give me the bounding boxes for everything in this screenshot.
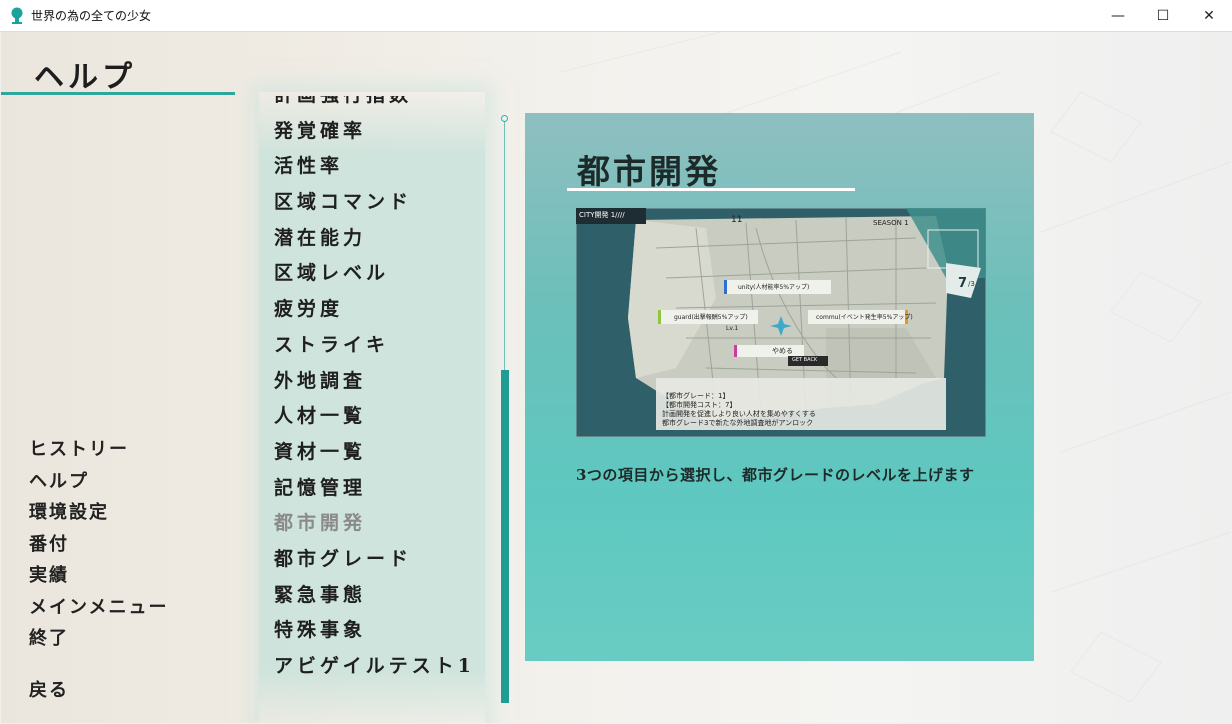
shot-quit-label: やめる — [772, 347, 793, 355]
topic-item[interactable]: 活性率 — [274, 149, 484, 185]
topic-item[interactable]: 都市グレード — [274, 542, 484, 578]
title-underline — [1, 92, 235, 95]
app-icon — [11, 7, 23, 24]
scrollbar-top-cap-icon — [501, 115, 508, 122]
main-menu: ヒストリー ヘルプ 環境設定 番付 実績 メインメニュー 終了 — [29, 434, 168, 655]
topic-item[interactable]: 区域レベル — [274, 256, 484, 292]
menu-item-history[interactable]: ヒストリー — [29, 434, 168, 466]
topic-list: 計画強行指数 発覚確率 活性率 区域コマンド 潜在能力 区域レベル 疲労度 スト… — [274, 96, 484, 706]
menu-item-settings[interactable]: 環境設定 — [29, 497, 168, 529]
game-screen: ヘルプ ヒストリー ヘルプ 環境設定 番付 実績 メインメニュー 終了 戻る 計… — [1, 32, 1231, 723]
shot-info-line: 【都市グレード：1】 — [662, 392, 730, 400]
shot-stat-value: 11 — [731, 215, 743, 225]
shot-season-label: SEASON 1 — [873, 219, 909, 227]
scrollbar-thumb[interactable] — [501, 370, 509, 703]
window-titlebar: 世界の為の全ての少女 — ☐ ✕ — [0, 0, 1232, 32]
shot-info-line: 【都市開発コスト：7】 — [662, 401, 737, 409]
topic-item[interactable]: 特殊事象 — [274, 613, 484, 649]
detail-heading: 都市開発 — [577, 152, 721, 191]
shot-counter: 7 — [958, 276, 968, 291]
minimize-button[interactable]: — — [1095, 0, 1141, 31]
shot-info-line: 計画開発を促進しより良い人材を集めやすくする — [662, 410, 816, 418]
topic-item[interactable]: 区域コマンド — [274, 185, 484, 221]
detail-heading-underline — [567, 188, 855, 191]
topic-item[interactable]: 資材一覧 — [274, 435, 484, 471]
topic-item[interactable]: 緊急事態 — [274, 578, 484, 614]
shot-city-label: CITY開発 1//// — [579, 211, 625, 219]
minimize-icon: — — [1111, 7, 1125, 24]
help-detail-panel: 都市開発 CITY開発 1//// 11 SEASON 1 7 /3 unity… — [525, 113, 1034, 661]
topic-item[interactable]: 計画強行指数 — [274, 96, 484, 114]
page-title: ヘルプ — [34, 60, 136, 95]
shot-info-box: 【都市グレード：1】 【都市開発コスト：7】 計画開発を促進しより良い人材を集め… — [662, 392, 816, 428]
shot-option-unity: unity(人材能率5%アップ) — [738, 284, 810, 291]
shot-option-level: Lv.1 — [726, 325, 739, 332]
topic-item[interactable]: 潜在能力 — [274, 221, 484, 257]
topic-item[interactable]: ストライキ — [274, 328, 484, 364]
shot-option-commu: commu(イベント発生率5%アップ) — [816, 314, 913, 321]
maximize-icon: ☐ — [1156, 7, 1170, 24]
topic-item[interactable]: アビゲイルテスト1 — [274, 649, 484, 685]
menu-item-ranking[interactable]: 番付 — [29, 529, 168, 561]
topic-item-selected[interactable]: 都市開発 — [274, 506, 484, 542]
topic-item[interactable]: 記憶管理 — [274, 471, 484, 507]
close-button[interactable]: ✕ — [1186, 0, 1232, 31]
maximize-button[interactable]: ☐ — [1140, 0, 1186, 31]
topic-item[interactable]: 人材一覧 — [274, 399, 484, 435]
menu-item-help[interactable]: ヘルプ — [29, 466, 168, 498]
back-button[interactable]: 戻る — [29, 676, 69, 702]
detail-description: 3つの項目から選択し、都市グレードのレベルを上げます — [576, 466, 975, 484]
shot-get-back-label: GET BACK — [792, 357, 818, 363]
shot-counter-total: /3 — [968, 280, 975, 288]
topic-item[interactable]: 疲労度 — [274, 292, 484, 328]
topic-item[interactable]: 外地調査 — [274, 364, 484, 400]
shot-info-line: 都市グレード3で新たな外地調査地がアンロック — [662, 419, 814, 427]
menu-item-achievements[interactable]: 実績 — [29, 560, 168, 592]
close-icon: ✕ — [1203, 7, 1215, 24]
help-screenshot: CITY開発 1//// 11 SEASON 1 7 /3 unity(人材能率… — [576, 208, 986, 437]
window-title: 世界の為の全ての少女 — [31, 9, 152, 23]
topic-item[interactable]: 発覚確率 — [274, 114, 484, 150]
shot-option-guard: guard(出撃報酬5%アップ) — [674, 314, 748, 321]
menu-item-main-menu[interactable]: メインメニュー — [29, 592, 168, 624]
menu-item-quit[interactable]: 終了 — [29, 623, 168, 655]
